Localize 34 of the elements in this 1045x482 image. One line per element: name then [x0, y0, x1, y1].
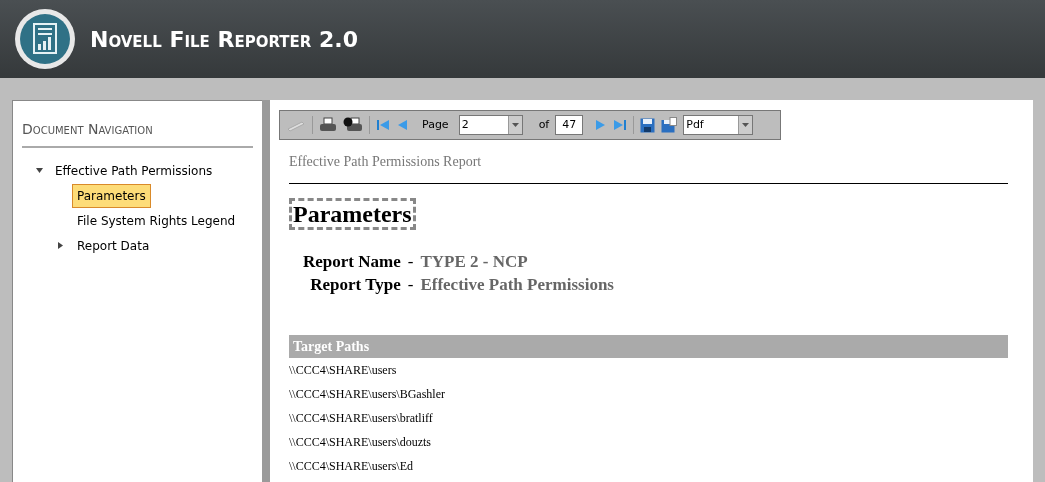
app-title: Novell File Reporter 2.0	[90, 25, 358, 54]
path-text: \\CCC4\SHARE\users	[289, 363, 397, 377]
section-header: Target Paths	[289, 335, 1008, 358]
tree-item[interactable]: Parameters	[72, 183, 151, 208]
caret-icon	[511, 123, 519, 127]
parameter-label: Report Type	[309, 274, 401, 296]
of-label: of	[538, 116, 550, 133]
path-text: \\CCC4\SHARE\users\BGashler	[289, 387, 445, 401]
section-heading: Parameters	[289, 198, 416, 230]
save-as-icon[interactable]	[661, 117, 678, 133]
parameter-value: Effective Path Permissions	[420, 274, 614, 296]
print-page-icon[interactable]	[343, 117, 363, 133]
parameter-value: TYPE 2 - NCP	[420, 251, 529, 273]
total-pages-field[interactable]: 47	[555, 115, 584, 135]
report-logo-icon	[14, 8, 76, 70]
format-dropdown[interactable]: Pdf	[683, 115, 754, 135]
report-title: Effective Path Permissions Report	[289, 151, 1008, 184]
collapse-icon[interactable]	[36, 168, 43, 173]
page-dropdown[interactable]: 2	[458, 115, 523, 135]
print-icon[interactable]	[319, 117, 337, 133]
path-text: \\CCC4\SHARE\users\Ed	[289, 459, 413, 473]
save-icon[interactable]	[640, 117, 656, 133]
tree-item[interactable]: Effective Path Permissions	[50, 158, 218, 183]
tree-item[interactable]: File System Rights Legend	[72, 208, 241, 233]
separator: -	[407, 274, 414, 296]
path-text: \\CCC4\SHARE\users\douzts	[289, 435, 431, 449]
expand-icon[interactable]	[58, 242, 63, 249]
panel-title: Document Navigation	[22, 119, 253, 148]
path-text: \\CCC4\SHARE\users\bratliff	[289, 411, 433, 425]
page-label: Page	[422, 116, 449, 133]
parameter-label: Report Name	[303, 251, 401, 273]
caret-icon	[742, 123, 750, 127]
separator: -	[407, 251, 414, 273]
tree-item[interactable]: Report Data	[72, 233, 155, 258]
